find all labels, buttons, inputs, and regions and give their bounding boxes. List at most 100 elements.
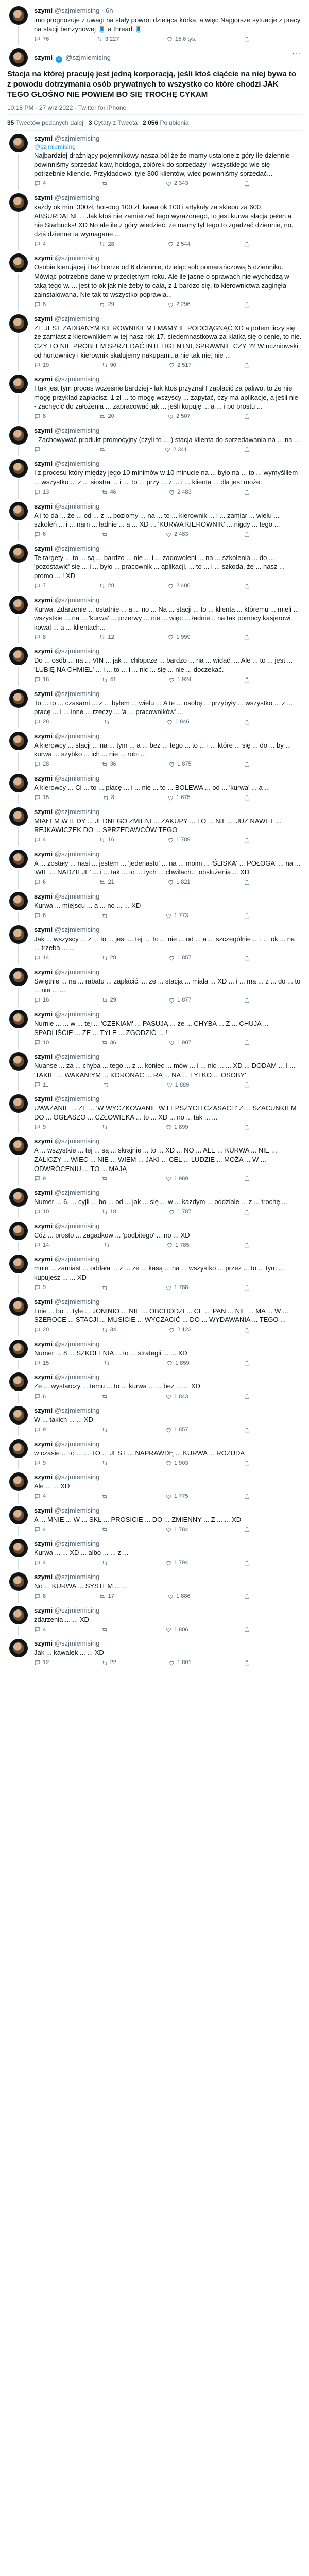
avatar[interactable]	[9, 6, 28, 25]
like-button[interactable]: 2 483	[165, 531, 188, 538]
author-name[interactable]: szymi	[34, 254, 53, 262]
like-button[interactable]: 1 806	[165, 1626, 188, 1633]
avatar[interactable]	[9, 1297, 28, 1316]
retweet-button[interactable]: 28	[101, 955, 116, 961]
share-button[interactable]	[244, 1526, 250, 1533]
thread-tweet[interactable]: szymi @szjmiemising mnie ... zamiast ... …	[0, 1251, 309, 1294]
retweet-button[interactable]: 90	[101, 362, 116, 368]
thread-tweet[interactable]: szymi @szjmiemising Numer ... 6, ... cyjl…	[0, 1185, 309, 1218]
retweet-button[interactable]: 18	[101, 1209, 116, 1215]
like-button[interactable]: 1 846	[166, 719, 190, 725]
like-button[interactable]: 1 789	[167, 837, 191, 843]
author-name[interactable]: szymi	[34, 375, 53, 383]
reply-button[interactable]: 14	[34, 955, 49, 961]
author-name[interactable]: szymi	[34, 647, 53, 655]
thread-tweet[interactable]: szymi @szjmiemising Kurwa. Zdarzenie ... …	[0, 592, 309, 644]
thread-tweet[interactable]: szymi @szjmiemising Do ... osób ... na ..…	[0, 643, 309, 686]
thread-tweet[interactable]: szymi @szjmiemising I nie ... bo ... tyle…	[0, 1294, 309, 1336]
thread-tweet[interactable]: szymi @szjmiemising A ... zostały ... nas…	[0, 846, 309, 889]
avatar[interactable]	[9, 1339, 28, 1358]
author-name[interactable]: szymi	[34, 1573, 53, 1581]
avatar[interactable]	[9, 647, 28, 666]
share-button[interactable]	[244, 1039, 250, 1046]
retweet-button[interactable]: 16	[99, 837, 114, 843]
thread-tweet[interactable]: szymi @szjmiemising To ... to ... czasami…	[0, 686, 309, 728]
reply-button[interactable]: 4	[34, 837, 46, 843]
retweet-button[interactable]: 36	[101, 761, 116, 768]
like-button[interactable]: 1 903	[165, 1460, 188, 1466]
retweet-button[interactable]	[101, 1460, 110, 1466]
avatar[interactable]	[9, 1094, 28, 1113]
retweet-button[interactable]	[101, 1124, 110, 1130]
reply-button[interactable]: 14	[34, 1242, 49, 1248]
author-handle[interactable]: @szjmiemising	[55, 1189, 100, 1196]
retweet-button[interactable]	[101, 1493, 110, 1500]
author-handle[interactable]: @szjmiemising	[55, 134, 100, 142]
author-name[interactable]: szymi	[34, 1137, 53, 1145]
retweet-button[interactable]: 17	[99, 1593, 114, 1600]
like-button[interactable]: 2 341	[164, 446, 187, 453]
author-name[interactable]: szymi	[34, 460, 53, 467]
author-handle[interactable]: @szjmiemising	[55, 1373, 100, 1381]
share-button[interactable]	[244, 1393, 250, 1400]
avatar[interactable]	[9, 1605, 28, 1624]
author-handle[interactable]: @szjmiemising	[55, 7, 100, 14]
reply-button[interactable]: 10	[34, 1209, 49, 1215]
avatar[interactable]	[9, 1539, 28, 1558]
author-name[interactable]: szymi	[34, 545, 53, 552]
author-handle[interactable]: @szjmiemising	[55, 1506, 100, 1514]
author-handle[interactable]: @szjmiemising	[55, 690, 100, 698]
reply-button[interactable]: 6	[34, 1393, 46, 1400]
author-handle[interactable]: @szjmiemising	[55, 1573, 100, 1581]
thread-tweet[interactable]: szymi @szjmiemising A ... MNIE ... W ... …	[0, 1503, 309, 1536]
author-handle[interactable]: @szjmiemising	[55, 1137, 100, 1145]
author-name[interactable]: szymi	[34, 850, 53, 858]
reply-button[interactable]: 6	[34, 879, 46, 886]
avatar[interactable]	[9, 1052, 28, 1071]
thread-tweet[interactable]: szymi @szjmiemising A kierowcy ... Ci ...…	[0, 771, 309, 804]
share-button[interactable]	[244, 1593, 250, 1600]
like-button[interactable]: 1 794	[165, 1560, 188, 1566]
author-handle[interactable]: @szjmiemising	[55, 1340, 100, 1348]
retweet-button[interactable]	[101, 531, 110, 538]
like-button[interactable]: 1 875	[168, 761, 192, 768]
reply-button[interactable]: 9	[34, 1175, 46, 1182]
author-handle[interactable]: @szjmiemising	[55, 892, 100, 900]
author-name[interactable]: szymi	[34, 1189, 53, 1196]
like-button[interactable]: 1 859	[166, 1360, 190, 1366]
author-name[interactable]: szymi	[34, 1473, 53, 1481]
share-button[interactable]	[244, 1242, 250, 1248]
avatar[interactable]	[9, 849, 28, 868]
reply-button[interactable]: 4	[34, 1493, 46, 1500]
avatar[interactable]	[9, 193, 28, 212]
reply-button[interactable]: 4	[34, 180, 46, 187]
author-name[interactable]: szymi	[34, 1222, 53, 1230]
avatar[interactable]	[9, 375, 28, 394]
retweet-button[interactable]	[101, 1393, 110, 1400]
author-name[interactable]: szymi	[34, 808, 53, 816]
retweet-button[interactable]	[104, 1360, 112, 1366]
retweet-button[interactable]: 34	[101, 1327, 116, 1333]
share-button[interactable]	[244, 634, 250, 640]
thread-tweet[interactable]: szymi @szjmiemising I tak jest tym proces…	[0, 371, 309, 423]
avatar[interactable]	[9, 925, 28, 944]
author-name[interactable]: szymi	[34, 1010, 53, 1018]
like-button[interactable]: 1 843	[165, 1393, 188, 1400]
retweet-button[interactable]	[101, 180, 110, 187]
avatar[interactable]	[9, 1188, 28, 1207]
thread-tweet[interactable]: szymi @szjmiemising - Zachowywać produkt …	[0, 423, 309, 456]
retweet-button[interactable]	[101, 912, 110, 919]
share-button[interactable]	[244, 1560, 250, 1566]
share-button[interactable]	[244, 912, 250, 919]
retweet-button[interactable]	[101, 1626, 110, 1633]
retweet-button[interactable]: 29	[99, 301, 114, 308]
retweet-button[interactable]	[104, 1242, 112, 1248]
author-handle[interactable]: @szjmiemising	[55, 647, 100, 655]
like-button[interactable]: 1 857	[168, 955, 192, 961]
reply-button[interactable]: 9	[34, 1124, 46, 1130]
share-button[interactable]	[244, 1284, 250, 1291]
author-handle[interactable]: @szjmiemising	[55, 1473, 100, 1481]
thread-tweet[interactable]: szymi @szjmiemising Jak ... wszyscy ... z…	[0, 922, 309, 964]
tweet-time[interactable]: 6h	[106, 7, 113, 14]
author-name[interactable]: szymi	[34, 1255, 53, 1263]
